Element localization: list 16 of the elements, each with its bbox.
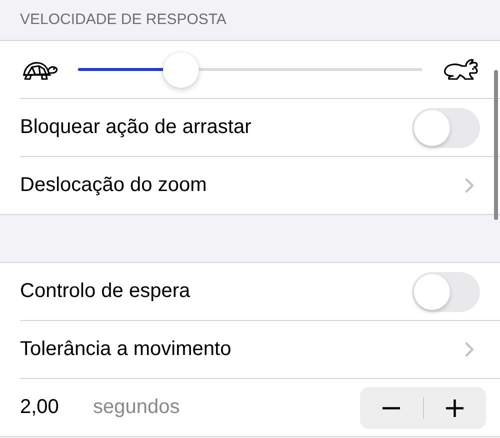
section-header: VELOCIDADE DE RESPOSTA <box>19 10 228 30</box>
decrement-button[interactable]: − <box>360 386 422 428</box>
stepper-value: 2,00 <box>20 396 60 419</box>
toggle-switch[interactable] <box>412 272 480 312</box>
chevron-icon <box>465 178 474 193</box>
unit-label: segundos <box>93 396 181 419</box>
chevron-icon <box>465 342 474 357</box>
increment-button[interactable]: + <box>424 386 486 428</box>
slider-thumb[interactable] <box>163 52 200 88</box>
rabbit-icon <box>442 56 480 82</box>
toggle-switch[interactable] <box>412 108 480 148</box>
setting-label: Deslocação do zoom <box>20 174 208 197</box>
setting-label: Bloquear ação de arrastar <box>20 116 252 139</box>
setting-label: Controlo de espera <box>20 280 192 303</box>
settings-link[interactable]: Tolerância a movimento <box>20 320 500 378</box>
setting-label: Tolerância a movimento <box>20 338 232 361</box>
